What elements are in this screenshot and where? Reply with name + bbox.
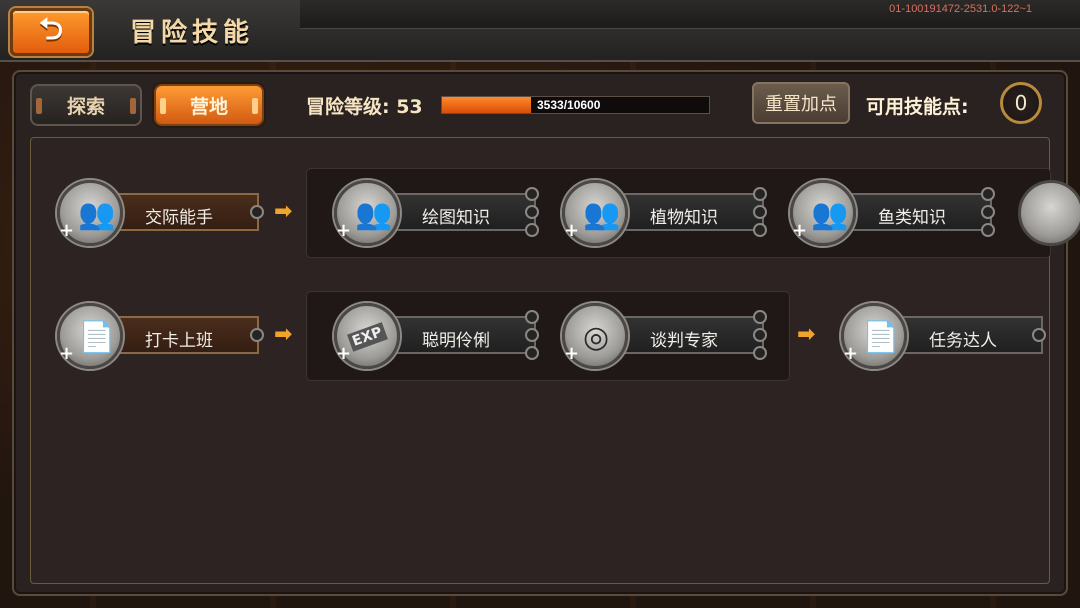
reset-points-button[interactable]: 重置加点 xyxy=(752,82,850,124)
level-pip xyxy=(250,205,264,219)
skill-name: 聪明伶俐 xyxy=(422,331,490,351)
tab-bracket-right xyxy=(130,98,136,114)
xp-progress-text: 3533/10600 xyxy=(537,98,601,112)
skill-name: 交际能手 xyxy=(145,208,213,228)
people-icon: 👥 xyxy=(355,197,393,232)
tab-bracket-left xyxy=(160,98,166,114)
coins-icon: ◎ xyxy=(583,320,610,355)
document-icon: 📄 xyxy=(862,320,900,355)
plus-icon: + xyxy=(59,343,75,364)
xp-progress-bar: 3533/10600 xyxy=(441,96,710,114)
level-pip xyxy=(525,328,539,342)
tab-bracket-left xyxy=(36,98,42,114)
back-arrow-icon: ⮌ xyxy=(38,11,64,47)
tab-explore[interactable]: 探索 xyxy=(30,84,142,126)
level-pip xyxy=(981,187,995,201)
people-icon: 👥 xyxy=(78,197,116,232)
tab-explore-label: 探索 xyxy=(66,95,105,118)
people-icon: 👥 xyxy=(583,197,621,232)
level-pip xyxy=(981,205,995,219)
level-pip xyxy=(753,310,767,324)
level-pip xyxy=(525,310,539,324)
skill-name: 任务达人 xyxy=(929,331,997,351)
arrow-right-icon: ➡ xyxy=(274,322,293,347)
arrow-right-icon: ➡ xyxy=(797,322,816,347)
tab-bracket-right xyxy=(252,98,258,114)
skill-node-clever[interactable]: 聪明伶俐 EXP + xyxy=(334,303,539,369)
skill-points-value: 0 xyxy=(1000,82,1042,124)
plus-icon: + xyxy=(336,220,352,241)
level-pip xyxy=(981,223,995,237)
level-pip xyxy=(753,346,767,360)
document-icon: 📄 xyxy=(78,320,116,355)
tab-camp[interactable]: 营地 xyxy=(154,84,264,126)
level-pip xyxy=(753,187,767,201)
skill-name: 植物知识 xyxy=(650,208,718,228)
xp-progress-fill xyxy=(442,97,531,113)
skill-group-row2: 聪明伶俐 EXP + 谈判专家 ◎ + xyxy=(306,291,790,381)
adventure-level-label: 冒险等级: 53 xyxy=(306,96,423,118)
back-button[interactable]: ⮌ xyxy=(10,8,92,56)
plus-icon: + xyxy=(564,220,580,241)
plus-icon: + xyxy=(564,343,580,364)
level-pip xyxy=(250,328,264,342)
skill-node-botany[interactable]: 植物知识 👥 + xyxy=(562,180,767,246)
skill-node-task-master[interactable]: 任务达人 📄 + xyxy=(841,303,1046,369)
top-bar: ⮌ 冒险技能 01-100191472-2531.0-122~1 xyxy=(0,0,1080,62)
exp-card-icon: EXP xyxy=(347,322,388,352)
plus-icon: + xyxy=(336,343,352,364)
skill-name: 谈判专家 xyxy=(650,331,718,351)
plus-icon: + xyxy=(59,220,75,241)
level-pip xyxy=(753,223,767,237)
level-pip xyxy=(525,187,539,201)
level-pip xyxy=(753,328,767,342)
build-info: 01-100191472-2531.0-122~1 xyxy=(889,3,1032,15)
skill-name: 打卡上班 xyxy=(145,331,213,351)
skill-node-negotiator[interactable]: 谈判专家 ◎ + xyxy=(562,303,767,369)
panel-header: 探索 营地 冒险等级: 53 3533/10600 重置加点 可用技能点: 0 xyxy=(16,74,1064,134)
plus-icon: + xyxy=(792,220,808,241)
skill-node-partial[interactable] xyxy=(1018,180,1080,246)
arrow-right-icon: ➡ xyxy=(274,199,293,224)
skill-name: 绘图知识 xyxy=(422,208,490,228)
skill-name: 鱼类知识 xyxy=(878,208,946,228)
skill-points-label: 可用技能点: xyxy=(866,96,969,118)
skill-node-social[interactable]: 交际能手 👥 + xyxy=(57,180,264,246)
people-icon: 👥 xyxy=(811,197,849,232)
tab-camp-label: 营地 xyxy=(189,95,228,118)
skill-node-fish[interactable]: 鱼类知识 👥 + xyxy=(790,180,995,246)
level-pip xyxy=(525,205,539,219)
level-pip xyxy=(525,223,539,237)
skill-tree-area: 交际能手 👥 + ➡ 绘图知识 👥 + 植物知识 👥 + 鱼类知识 👥 + 打卡… xyxy=(30,137,1080,584)
level-pip xyxy=(753,205,767,219)
level-pip xyxy=(525,346,539,360)
page-title: 冒险技能 xyxy=(130,18,255,48)
skill-group-row1: 绘图知识 👥 + 植物知识 👥 + 鱼类知识 👥 + xyxy=(306,168,1080,258)
level-pip xyxy=(1032,328,1046,342)
skill-node-drawing[interactable]: 绘图知识 👥 + xyxy=(334,180,539,246)
plus-icon: + xyxy=(843,343,859,364)
skill-node-clock-in[interactable]: 打卡上班 📄 + xyxy=(57,303,264,369)
